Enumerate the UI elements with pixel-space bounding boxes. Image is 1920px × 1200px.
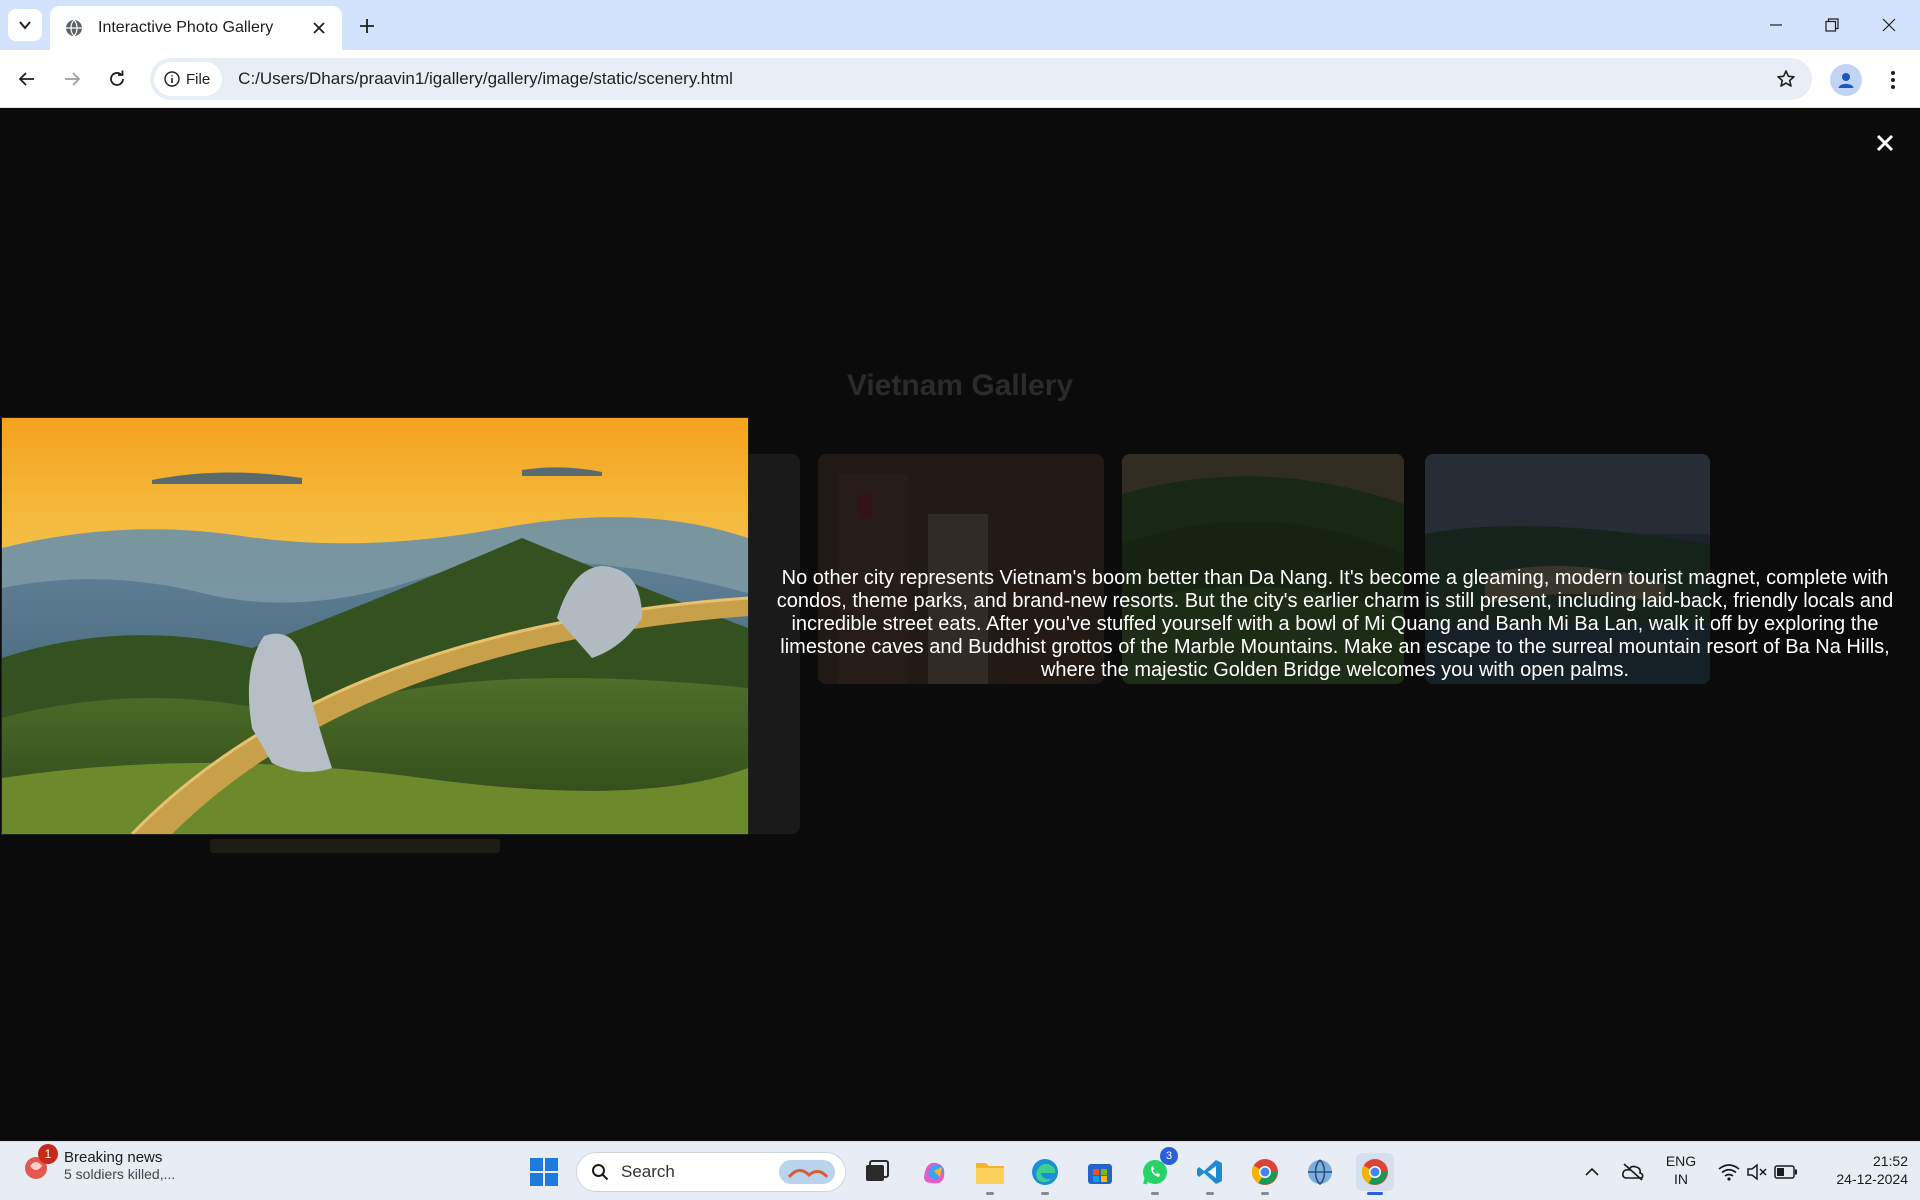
search-icon — [592, 1164, 609, 1181]
site-info-chip[interactable]: File — [154, 62, 223, 96]
region-code: IN — [1674, 1171, 1688, 1187]
browser-toolbar: File C:/Users/Dhars/praavin1/igallery/ga… — [0, 50, 1920, 108]
running-indicator — [1151, 1192, 1159, 1195]
whatsapp-app[interactable]: 3 — [1136, 1147, 1178, 1195]
tab-search-button[interactable] — [8, 9, 42, 41]
volume-muted-icon — [1747, 1163, 1767, 1181]
running-indicator — [1261, 1192, 1269, 1195]
url-text[interactable]: C:/Users/Dhars/praavin1/igallery/gallery… — [238, 69, 1768, 89]
chrome-app-active[interactable] — [1356, 1153, 1394, 1195]
language-code: ENG — [1665, 1153, 1697, 1169]
news-badge: 1 — [38, 1143, 58, 1164]
more-vert-icon — [1891, 71, 1895, 89]
search-highlight-icon — [779, 1160, 835, 1184]
plus-icon — [360, 19, 374, 33]
start-button[interactable] — [525, 1153, 563, 1191]
info-icon — [164, 71, 180, 87]
tab-title: Interactive Photo Gallery — [98, 19, 274, 36]
wifi-icon — [1718, 1164, 1740, 1181]
battery-icon — [1774, 1165, 1797, 1179]
person-icon — [1838, 73, 1854, 88]
lightbox-description: No other city represents Vietnam's boom … — [776, 567, 1894, 681]
whatsapp-badge: 3 — [1160, 1147, 1178, 1165]
running-indicator — [1041, 1192, 1049, 1195]
globe-icon — [64, 18, 84, 38]
edge-app[interactable] — [1026, 1153, 1064, 1195]
chrome-icon — [1251, 1159, 1278, 1185]
news-title: Breaking news — [64, 1149, 163, 1166]
minimize-button[interactable] — [1754, 8, 1798, 42]
taskbar-search-box[interactable]: Search — [576, 1152, 846, 1192]
clock[interactable]: 21:52 24-12-2024 — [1812, 1152, 1908, 1188]
news-icon: 1 — [22, 1143, 58, 1182]
close-icon — [1882, 18, 1896, 32]
browser-menu-button[interactable] — [1876, 63, 1910, 97]
onedrive-status[interactable] — [1614, 1153, 1652, 1191]
cloud-off-icon — [1622, 1163, 1644, 1181]
restore-button[interactable] — [1810, 8, 1854, 42]
chrome-app[interactable] — [1246, 1153, 1284, 1195]
window-close-button[interactable] — [1867, 8, 1911, 42]
copilot-app[interactable] — [916, 1153, 954, 1191]
task-view-icon — [866, 1160, 889, 1181]
edge-icon — [1032, 1159, 1058, 1185]
running-indicator — [986, 1192, 994, 1195]
vscode-icon — [1197, 1160, 1222, 1184]
windows-taskbar: 1 Breaking news 5 soldiers killed,... Se… — [0, 1141, 1920, 1200]
reload-button[interactable] — [100, 62, 134, 96]
lightbox-image-golden-bridge — [2, 418, 748, 834]
back-button[interactable] — [10, 62, 44, 96]
reload-icon — [110, 70, 124, 86]
folder-icon — [976, 1163, 1004, 1184]
globe-network-icon — [1308, 1159, 1332, 1186]
task-view-button[interactable] — [858, 1153, 896, 1191]
store-icon — [1088, 1164, 1112, 1184]
tab-active[interactable]: Interactive Photo Gallery — [50, 6, 342, 50]
show-hidden-icons-button[interactable] — [1573, 1153, 1611, 1191]
chevron-up-icon — [1585, 1167, 1599, 1176]
arrow-left-icon — [18, 72, 34, 86]
clock-time: 21:52 — [1872, 1153, 1908, 1169]
site-chip-label: File — [186, 70, 211, 88]
copilot-icon — [924, 1162, 945, 1184]
new-tab-button[interactable] — [352, 11, 382, 41]
news-widget[interactable]: 1 Breaking news 5 soldiers killed,... — [22, 1143, 176, 1182]
forward-button[interactable] — [55, 62, 89, 96]
lightbox-close-button[interactable] — [1870, 128, 1900, 158]
chevron-down-icon — [19, 21, 31, 30]
restore-icon — [1825, 18, 1839, 32]
taskbar-search-label: Search — [621, 1162, 675, 1181]
news-subtitle: 5 soldiers killed,... — [64, 1166, 176, 1182]
bookmark-star-icon[interactable] — [1768, 61, 1804, 97]
tab-close-icon[interactable] — [308, 17, 330, 39]
close-icon — [1876, 134, 1894, 152]
language-indicator[interactable]: ENG IN — [1660, 1152, 1702, 1188]
file-explorer-app[interactable] — [971, 1153, 1009, 1195]
microsoft-store-app[interactable] — [1081, 1153, 1119, 1191]
arrow-right-icon — [65, 72, 81, 86]
caption-ghost — [210, 839, 500, 853]
running-indicator — [1206, 1192, 1214, 1195]
minimize-icon — [1770, 24, 1782, 26]
clock-date: 24-12-2024 — [1836, 1171, 1908, 1187]
address-bar[interactable]: File C:/Users/Dhars/praavin1/igallery/ga… — [150, 58, 1812, 100]
chrome-icon — [1361, 1159, 1388, 1185]
browser-tab-strip: Interactive Photo Gallery — [0, 0, 1920, 50]
page-viewport: Vietnam Gallery No other city represents… — [0, 109, 1920, 1141]
vscode-app[interactable] — [1191, 1153, 1229, 1195]
quick-settings-button[interactable] — [1708, 1153, 1808, 1191]
profile-avatar[interactable] — [1830, 64, 1862, 96]
active-indicator — [1367, 1192, 1383, 1195]
windows-logo-icon — [530, 1158, 558, 1186]
gallery-title: Vietnam Gallery — [846, 369, 1074, 402]
network-app[interactable] — [1301, 1153, 1339, 1191]
